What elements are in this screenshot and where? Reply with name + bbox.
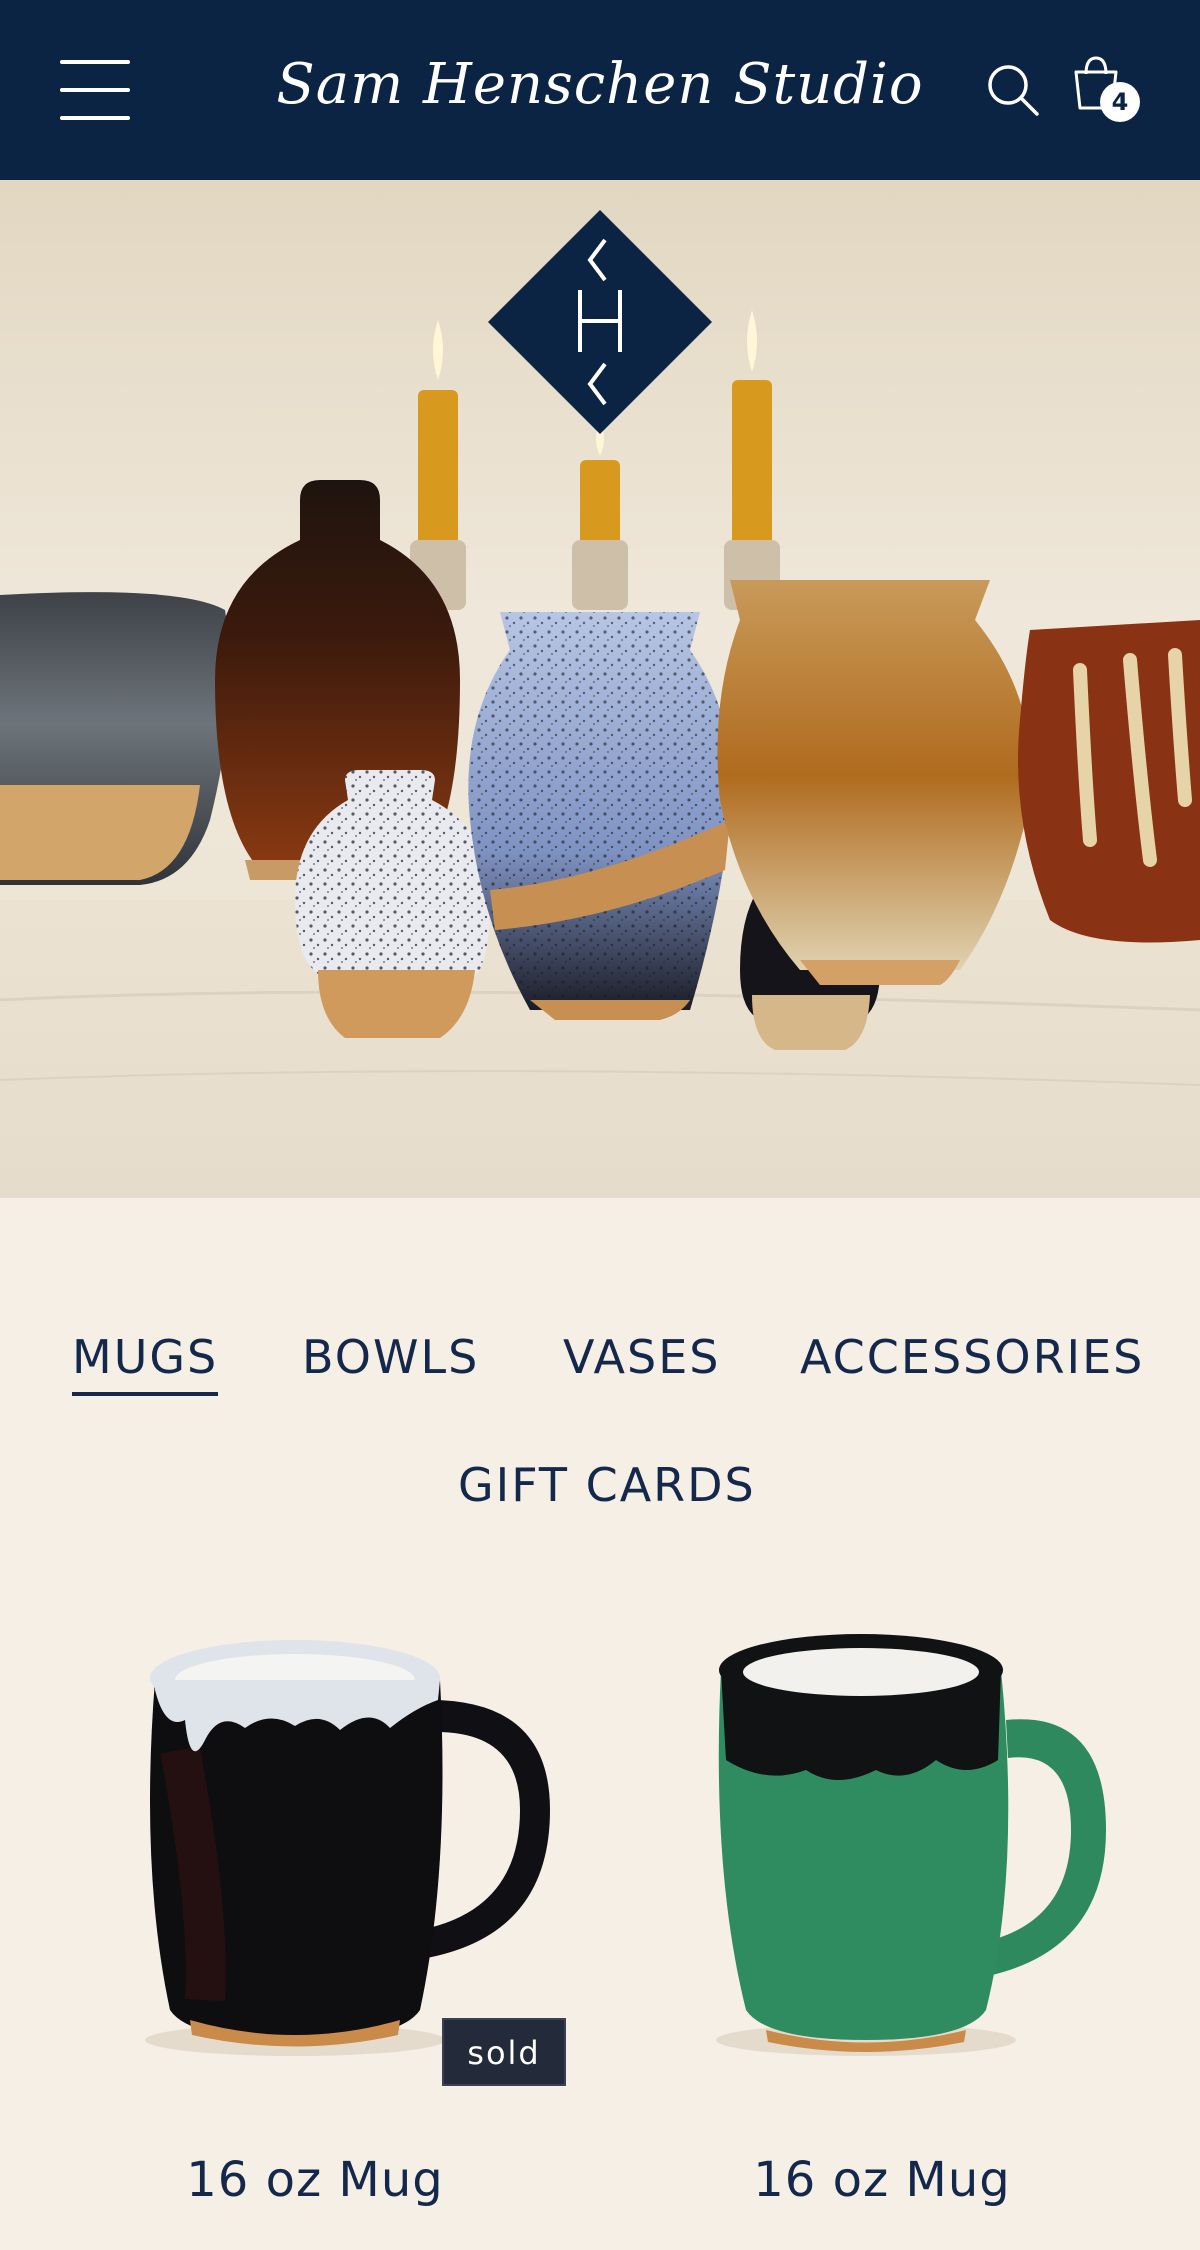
search-icon[interactable]	[985, 62, 1041, 118]
cart-button[interactable]: 4	[1068, 52, 1140, 126]
green-mug-image	[716, 1634, 1106, 2056]
site-header: Sam Henschen Studio 4	[0, 0, 1200, 180]
product-name[interactable]: 16 oz Mug	[632, 2152, 1132, 2208]
category-gift-cards[interactable]: GIFT CARDS	[458, 1458, 756, 1512]
black-mug-image	[145, 1640, 550, 2056]
category-vases[interactable]: VASES	[563, 1330, 720, 1384]
category-accessories[interactable]: ACCESSORIES	[800, 1330, 1144, 1384]
cart-count-badge: 4	[1100, 82, 1140, 122]
site-title[interactable]: Sam Henschen Studio	[240, 52, 960, 117]
sold-badge: sold	[442, 2018, 566, 2086]
category-bowls[interactable]: BOWLS	[302, 1330, 479, 1384]
hero-image	[0, 180, 1200, 1198]
category-mugs[interactable]: MUGS	[72, 1330, 219, 1396]
menu-icon[interactable]	[60, 60, 130, 120]
product-name[interactable]: 16 oz Mug	[65, 2152, 565, 2208]
